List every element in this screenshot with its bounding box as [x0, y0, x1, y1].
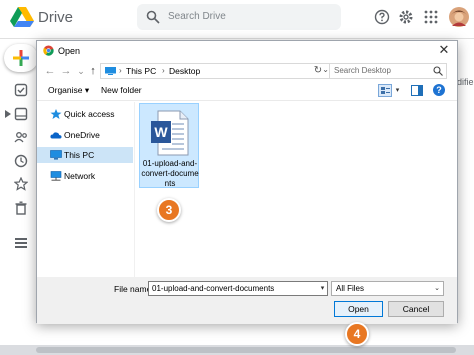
drive-header: Drive Search Drive: [0, 0, 474, 38]
shared-icon[interactable]: [14, 130, 28, 144]
file-item-selected[interactable]: W 01-upload-and-convert-documents: [139, 103, 199, 188]
storage-icon[interactable]: [14, 236, 28, 250]
drive-search-placeholder: Search Drive: [168, 11, 226, 22]
new-folder-button[interactable]: New folder: [101, 85, 142, 95]
chevron-down-icon: ⌄: [434, 285, 440, 292]
file-type-select[interactable]: All Files ⌄: [331, 281, 444, 296]
file-name-label: 01-upload-and-convert-documents: [141, 159, 199, 188]
network-icon: [50, 171, 62, 181]
cancel-button[interactable]: Cancel: [388, 301, 444, 317]
chrome-icon: [43, 45, 54, 56]
monitor-icon: [50, 150, 62, 160]
breadcrumb-separator: ›: [119, 66, 122, 75]
nav-item-onedrive[interactable]: OneDrive: [37, 127, 133, 143]
expand-caret-icon[interactable]: [5, 110, 11, 118]
view-large-icons-icon: [381, 87, 390, 94]
nav-item-quick-access[interactable]: Quick access: [37, 106, 133, 122]
app-title: Drive: [38, 9, 74, 26]
address-bar[interactable]: › This PC › Desktop ⌄: [100, 63, 333, 79]
search-icon: [146, 10, 160, 24]
nav-label: Quick access: [64, 109, 115, 119]
drive-logo-icon[interactable]: [10, 7, 34, 27]
search-icon: [433, 66, 443, 76]
organise-menu[interactable]: Organise ▾: [48, 85, 89, 96]
cloud-icon: [50, 132, 62, 139]
file-name-input[interactable]: [148, 281, 328, 296]
my-drive-icon[interactable]: [14, 107, 28, 121]
new-plus-icon: [13, 50, 29, 66]
horizontal-scrollbar[interactable]: [36, 347, 456, 353]
nav-item-network[interactable]: Network: [37, 168, 133, 184]
file-type-value: All Files: [336, 284, 365, 293]
nav-label: OneDrive: [64, 130, 100, 140]
close-icon[interactable]: ✕: [437, 43, 451, 57]
help-icon[interactable]: ?: [433, 84, 445, 96]
forward-arrow-icon[interactable]: →: [59, 64, 73, 78]
back-arrow-icon[interactable]: ←: [43, 64, 57, 78]
word-document-icon: W: [151, 110, 189, 156]
breadcrumb-desktop[interactable]: Desktop: [169, 66, 200, 76]
breadcrumb-separator: ›: [162, 66, 165, 75]
view-dropdown-icon[interactable]: ▾: [393, 84, 402, 97]
this-pc-icon: [105, 67, 116, 75]
view-mode-button[interactable]: [378, 84, 392, 97]
starred-icon[interactable]: [14, 177, 28, 191]
drive-search-bar[interactable]: Search Drive: [137, 4, 341, 30]
open-file-dialog: Open ✕ ← → ⌄ ↑ › This PC › Desktop ⌄ ↻ S…: [36, 40, 458, 324]
step-3-callout: 3: [157, 198, 181, 222]
word-letter: W: [154, 124, 168, 140]
search-desktop-input[interactable]: Search Desktop: [329, 63, 447, 79]
header-divider: [0, 38, 474, 39]
avatar[interactable]: [448, 6, 470, 28]
dialog-titlebar[interactable]: Open ✕: [37, 41, 457, 61]
breadcrumb-this-pc[interactable]: This PC: [126, 66, 156, 76]
dialog-title: Open: [58, 46, 81, 56]
new-button[interactable]: [4, 44, 38, 72]
help-icon[interactable]: [374, 9, 390, 25]
navigation-pane: Quick access OneDrive This PC Network: [37, 102, 133, 277]
nav-item-this-pc[interactable]: This PC: [37, 147, 133, 163]
up-arrow-icon[interactable]: ↑: [86, 64, 100, 78]
apps-icon[interactable]: [423, 9, 439, 25]
recent-icon[interactable]: [14, 154, 28, 168]
file-name-dropdown-icon[interactable]: ▾: [317, 281, 328, 296]
priority-icon[interactable]: [14, 83, 28, 97]
preview-pane-icon[interactable]: [411, 85, 423, 96]
step-4-callout: 4: [345, 322, 369, 346]
dialog-footer: File name: ▾ All Files ⌄ Open Cancel: [37, 277, 457, 324]
nav-label: This PC: [64, 150, 95, 160]
dialog-toolbar: Organise ▾ New folder ▾ ?: [37, 81, 457, 101]
settings-icon[interactable]: [398, 9, 414, 25]
trash-icon[interactable]: [14, 201, 28, 215]
open-button[interactable]: Open: [334, 301, 383, 317]
search-desktop-placeholder: Search Desktop: [334, 66, 391, 75]
navigation-bar: ← → ⌄ ↑ › This PC › Desktop ⌄ ↻ Search D…: [37, 61, 457, 81]
star-icon: [50, 109, 62, 119]
file-list: W 01-upload-and-convert-documents: [135, 102, 457, 277]
nav-label: Network: [64, 171, 96, 181]
refresh-icon[interactable]: ↻: [311, 64, 325, 78]
